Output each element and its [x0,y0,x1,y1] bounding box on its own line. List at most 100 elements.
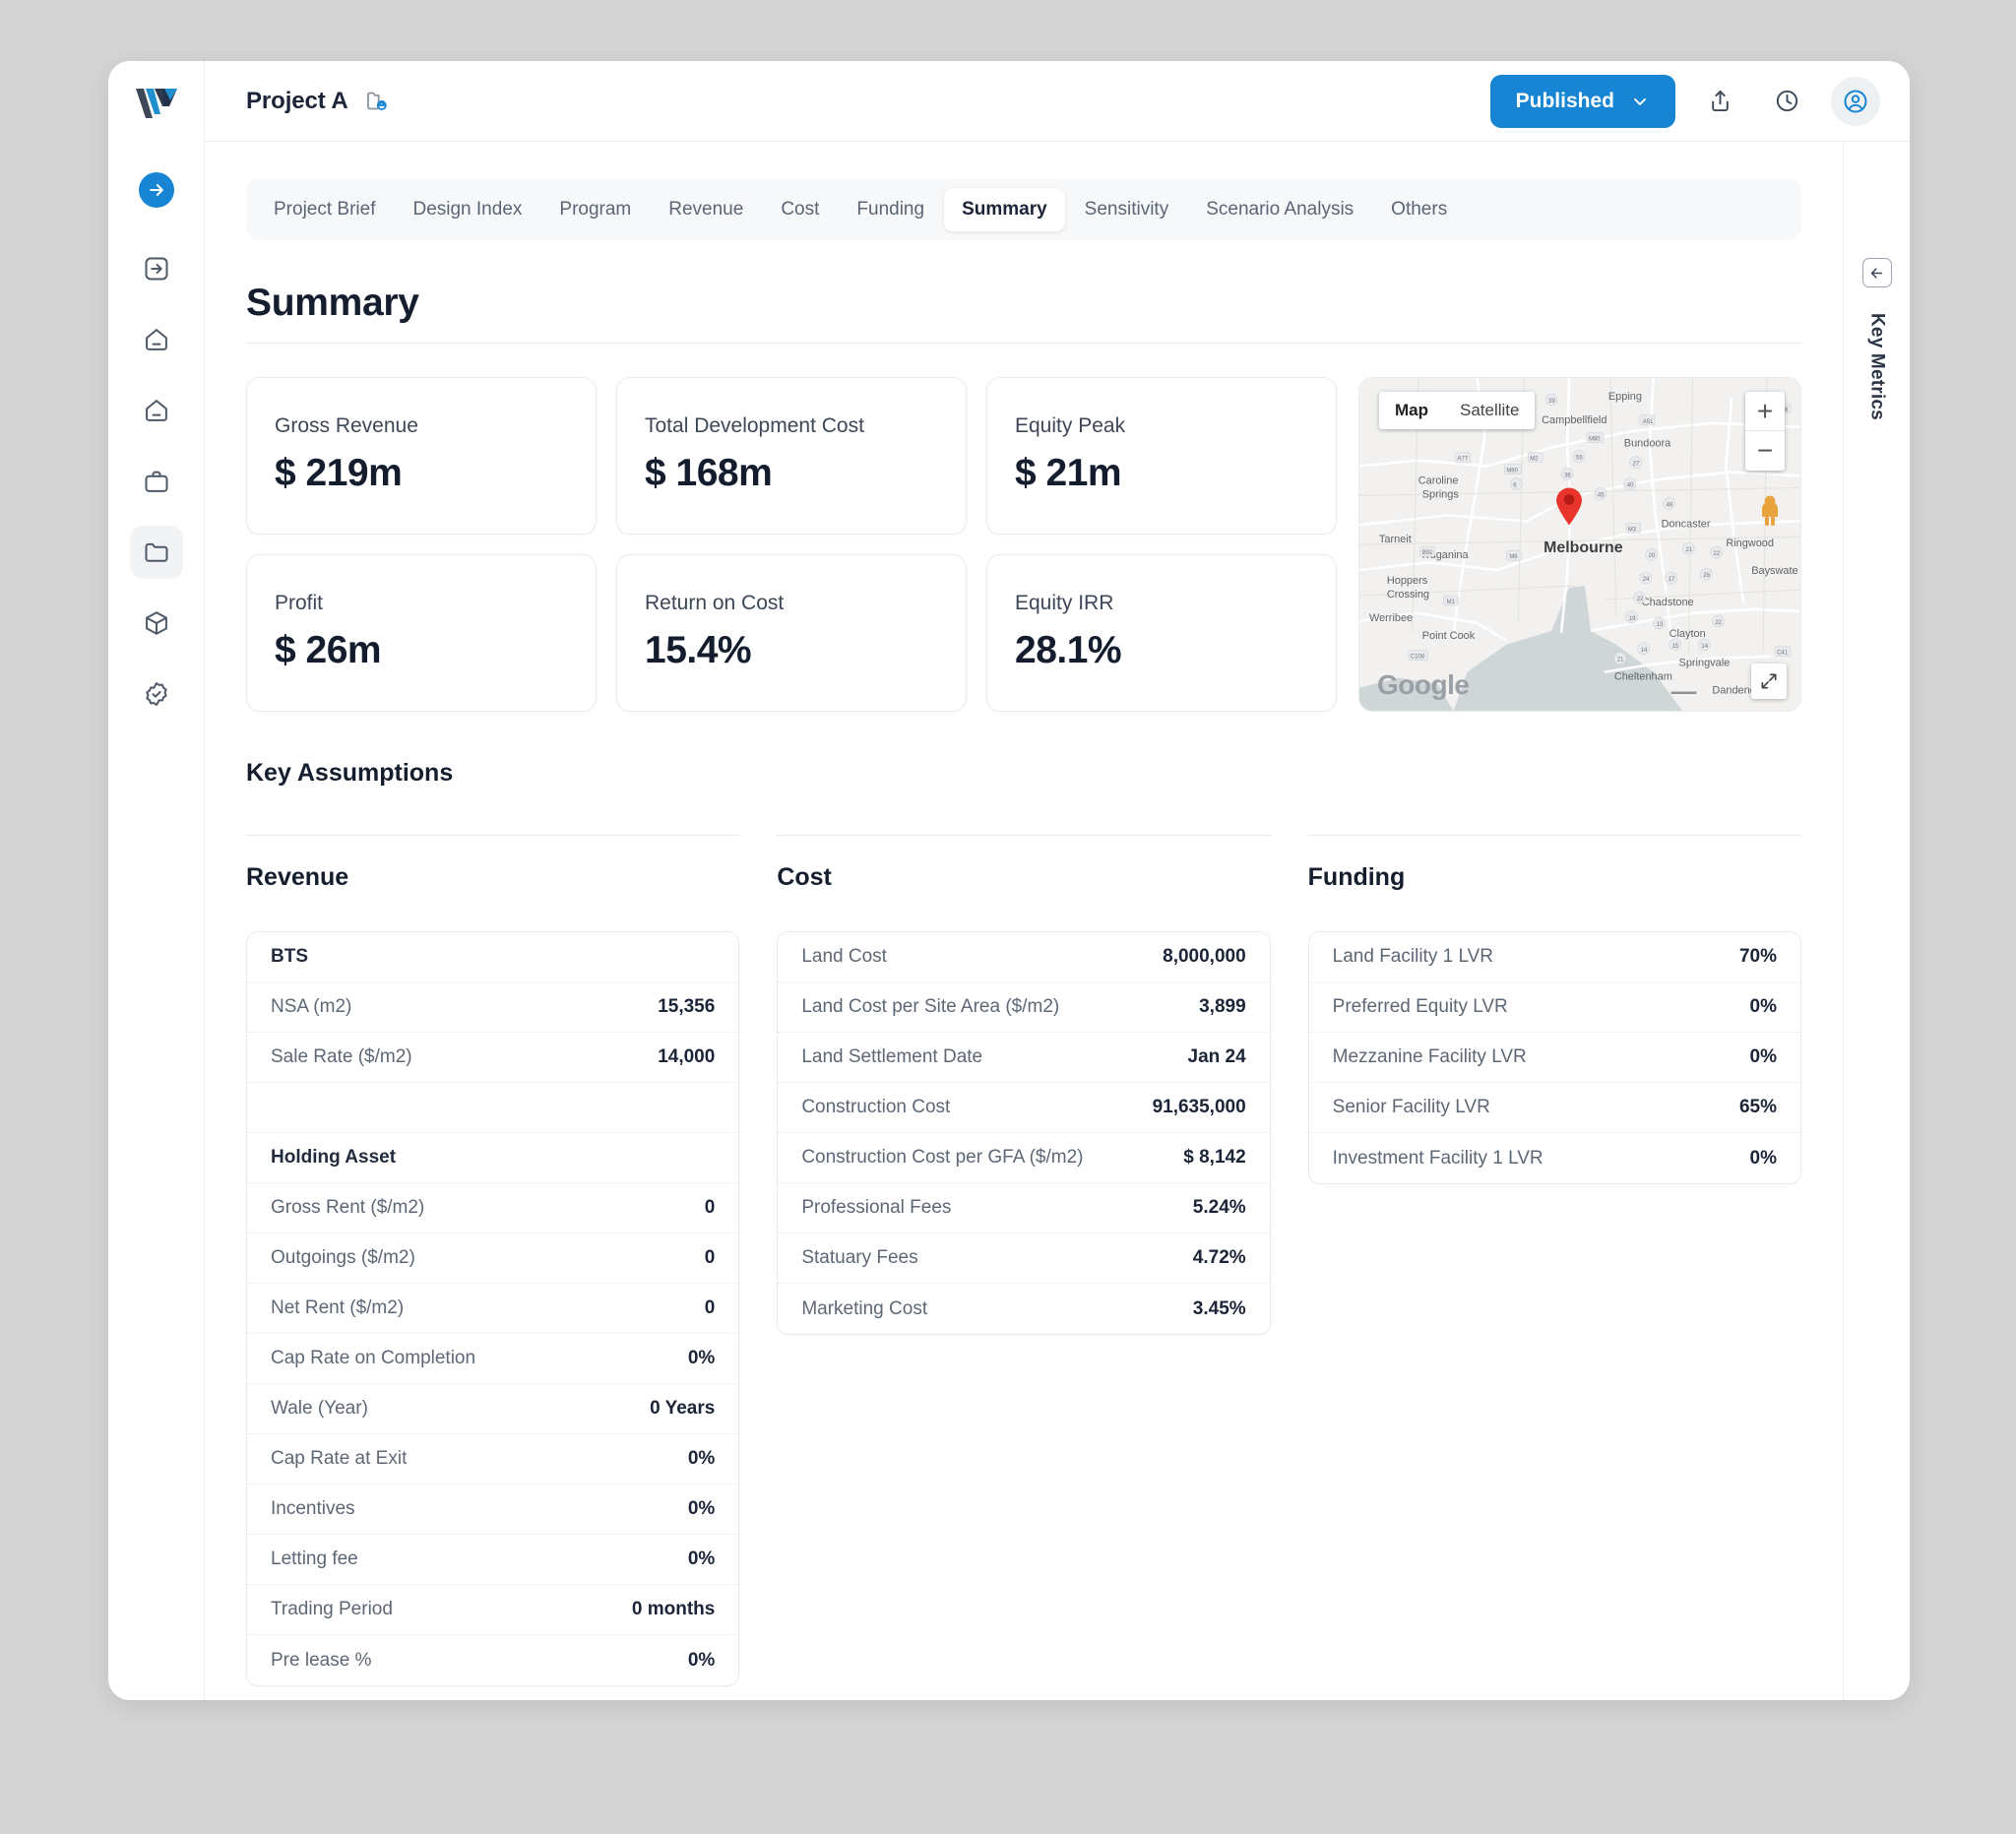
tab-scenario-analysis[interactable]: Scenario Analysis [1188,188,1371,231]
folder-icon [145,542,167,562]
sidebar-item-collapse-expand-toggle[interactable] [130,163,183,217]
row-value: Jan 24 [1187,1046,1246,1067]
table-row: Preferred Equity LVR 0% [1308,982,1800,1033]
funding-table: Land Facility 1 LVR 70% Preferred Equity … [1307,931,1801,1184]
map-type-switcher[interactable]: Map Satellite [1379,392,1536,429]
publish-status-label: Published [1515,89,1614,112]
row-value: 8,000,000 [1163,946,1246,967]
tab-revenue[interactable]: Revenue [651,188,761,231]
section-tabs: Project Brief Design Index Program Reven… [246,179,1801,240]
history-button[interactable] [1764,79,1809,124]
tab-others[interactable]: Others [1373,188,1465,231]
row-value: 5.24% [1192,1197,1246,1218]
key-metrics-collapse-button[interactable] [1861,258,1892,287]
kpi-label: Equity IRR [1015,592,1114,614]
map-type-map[interactable]: Map [1379,392,1444,429]
map-zoom-controls[interactable]: + − [1745,392,1785,471]
share-button[interactable] [1697,79,1742,124]
top-bar: Project A Published [205,61,1910,142]
svg-text:21: 21 [1617,658,1624,664]
tab-design-index[interactable]: Design Index [395,188,539,231]
row-value: 65% [1738,1097,1777,1117]
tab-sensitivity[interactable]: Sensitivity [1067,188,1187,231]
sidebar-item-projects[interactable] [129,526,183,579]
sidebar-item-portfolio[interactable] [130,455,183,508]
map-place-label: Hoppers [1387,575,1428,587]
user-circle-icon [1844,90,1867,112]
svg-text:27: 27 [1633,462,1640,468]
row-label: Investment Facility 1 LVR [1332,1147,1544,1169]
sidebar-item-login-exit[interactable] [130,242,183,295]
svg-text:26: 26 [1703,573,1710,579]
sidebar-item-assets[interactable] [130,597,183,650]
table-row: Outgoings ($/m2) 0 [247,1233,739,1284]
wv-logo [135,89,177,118]
sidebar-item-home[interactable] [130,313,183,366]
row-value: 0% [687,1649,716,1671]
location-map[interactable]: Epping Campbellfield Bundoora Caroline S… [1358,377,1801,712]
row-value: 0% [687,1549,716,1569]
row-value: $ 8,142 [1183,1147,1246,1168]
row-value: 0% [687,1498,716,1519]
map-place-label: Epping [1608,391,1642,403]
row-value: 0 Years [650,1398,716,1419]
svg-text:36: 36 [1564,474,1571,479]
table-row-spacer [247,1083,739,1133]
map-zoom-in-button[interactable]: + [1745,392,1785,431]
sidebar-item-home-alt[interactable] [130,384,183,437]
map-place-label: Bayswate [1751,565,1797,577]
chevron-down-icon [1634,97,1646,105]
kpi-card-equity-peak: Equity Peak $ 21m [986,377,1337,535]
svg-text:M3: M3 [1628,527,1637,533]
svg-text:19: 19 [1629,616,1636,622]
row-label: Pre lease % [271,1649,372,1671]
map-zoom-out-button[interactable]: − [1745,431,1785,471]
kpi-value: $ 26m [275,629,382,671]
map-place-label: Bundoora [1624,438,1671,450]
row-label: Incentives [271,1498,355,1519]
tab-summary[interactable]: Summary [944,188,1065,231]
revenue-table: BTS NSA (m2) 15,356 Sale Rate ($/m2) 14,00… [246,931,740,1686]
folder-cloud-icon[interactable] [364,88,391,114]
table-row: Land Cost per Site Area ($/m2) 3,899 [778,982,1270,1033]
pegman-streetview-icon[interactable] [1757,494,1783,533]
row-label: Mezzanine Facility LVR [1332,1046,1527,1067]
tab-program[interactable]: Program [541,188,649,231]
clock-icon [1776,90,1797,112]
table-row: Construction Cost per GFA ($/m2) $ 8,142 [778,1133,1270,1183]
column-title: Cost [777,863,832,891]
tab-project-brief[interactable]: Project Brief [256,188,393,231]
row-value: 91,635,000 [1152,1097,1246,1117]
row-label: Professional Fees [801,1197,952,1218]
map-type-satellite[interactable]: Satellite [1444,392,1535,429]
row-label: Land Cost [801,946,887,967]
row-value: 0 [704,1197,716,1218]
app-window: Project A Published Project Brief Design… [108,61,1910,1700]
kpi-card-equity-irr: Equity IRR 28.1% [986,554,1337,712]
table-row: Pre lease % 0% [247,1635,738,1685]
svg-text:C108: C108 [1411,655,1425,661]
key-metrics-label[interactable]: Key Metrics [1866,313,1888,420]
assumption-column-revenue: Revenue BTS NSA (m2) 15,356 Sale Rate ($/… [246,835,740,1686]
svg-text:24: 24 [1643,577,1650,583]
left-nav-rail [108,61,205,1700]
row-label: Letting fee [271,1549,358,1569]
tab-funding[interactable]: Funding [839,188,942,231]
table-row: Construction Cost 91,635,000 [778,1083,1270,1133]
row-value: 15,356 [658,996,716,1017]
table-row: Wale (Year) 0 Years [247,1384,739,1434]
row-value: 0% [1749,1147,1777,1169]
tab-cost[interactable]: Cost [763,188,837,231]
row-value: 0% [1749,1046,1777,1067]
google-attribution: Google [1377,669,1470,700]
avatar[interactable] [1831,76,1880,126]
svg-text:22: 22 [1637,597,1644,602]
publish-status-button[interactable]: Published [1489,74,1675,128]
cube-icon [145,611,167,635]
map-fullscreen-button[interactable] [1751,664,1787,699]
kpi-card-gross-revenue: Gross Revenue $ 219m [246,377,597,535]
kpi-value: 15.4% [645,629,752,671]
column-title: Revenue [246,863,349,891]
row-value: 14,000 [658,1046,716,1067]
sidebar-item-verified[interactable] [130,667,183,721]
